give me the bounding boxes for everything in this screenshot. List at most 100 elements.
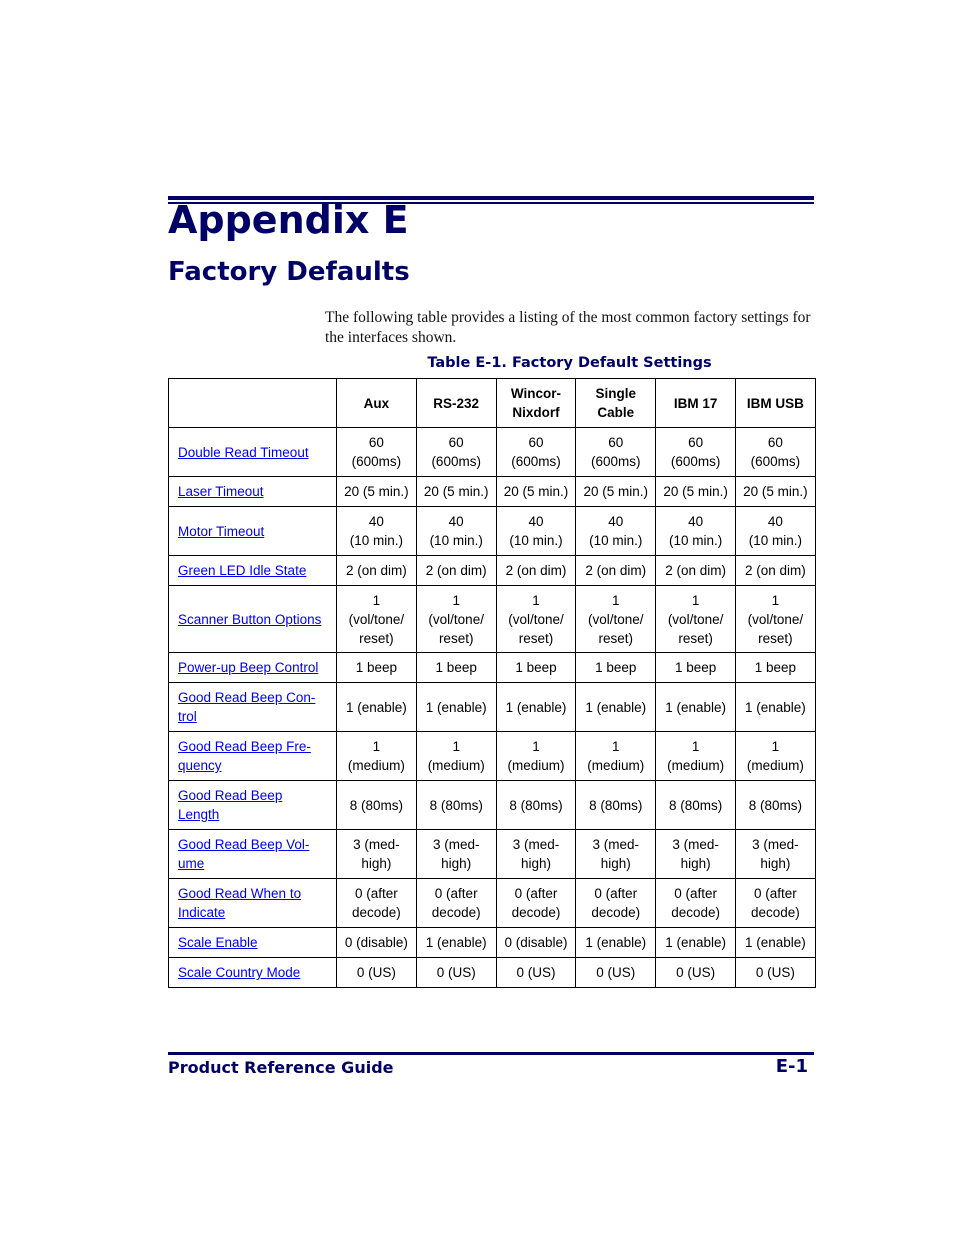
value-cell-aux: 3 (med-high) — [336, 829, 417, 879]
value-cell-rs232: 1 (vol/tone/reset) — [415, 585, 497, 653]
table-row-green-led-idle-state: Green LED Idle State 2 (on dim) 2 (on dim)… — [168, 555, 816, 586]
value-cell-wincor-nixdorf: 20 (5 min.) — [495, 476, 577, 507]
value-cell-ibm-usb: 2 (on dim) — [734, 555, 816, 586]
value-cell-wincor-nixdorf: 60 (600ms) — [495, 427, 577, 477]
setting-link-good-read-beep-length[interactable]: Good Read Beep Length — [178, 788, 282, 822]
value-cell-rs232: 0 (US) — [415, 957, 497, 988]
factory-defaults-table: Aux RS-232 Wincor- Nixdorf Single Cable IB… — [168, 378, 816, 988]
value-cell-aux: 8 (80ms) — [336, 780, 417, 830]
value-cell-ibm-usb: 40 (10 min.) — [734, 506, 816, 556]
value-cell-wincor-nixdorf: 1 (enable) — [495, 682, 577, 732]
value-cell-wincor-nixdorf: 1 (vol/tone/reset) — [495, 585, 577, 653]
value-cell-wincor-nixdorf: 0 (after decode) — [495, 878, 577, 928]
setting-link-motor-timeout[interactable]: Motor Timeout — [178, 524, 264, 539]
value-cell-aux: 20 (5 min.) — [336, 476, 417, 507]
value-cell-aux: 1 (medium) — [336, 731, 417, 781]
value-cell-ibm17: 3 (med-high) — [655, 829, 736, 879]
row-label-cell: Double Read Timeout — [168, 427, 337, 477]
value-cell-single-cable: 0 (US) — [575, 957, 657, 988]
table-row-good-read-when-to-indicate: Good Read When to Indicate 0 (after decode… — [168, 878, 816, 928]
value-cell-aux: 1 (enable) — [336, 682, 417, 732]
value-cell-ibm-usb: 1 (vol/tone/reset) — [734, 585, 816, 653]
value-cell-wincor-nixdorf: 0 (US) — [495, 957, 577, 988]
table-row-scale-country-mode: Scale Country Mode 0 (US) 0 (US) 0 (US) 0 (U… — [168, 957, 816, 988]
setting-link-good-read-beep-frequency[interactable]: Good Read Beep Fre-quency — [178, 739, 311, 773]
row-label-cell: Motor Timeout — [168, 506, 337, 556]
table-row-good-read-beep-control: Good Read Beep Con-trol 1 (enable) 1 (enab… — [168, 682, 816, 732]
table-caption: Table E-1. Factory Default Settings — [427, 355, 712, 371]
value-cell-ibm17: 1 (enable) — [655, 927, 736, 958]
column-header-rs232: RS-232 — [415, 378, 497, 428]
value-cell-wincor-nixdorf: 1 beep — [495, 652, 577, 683]
setting-link-good-read-beep-volume[interactable]: Good Read Beep Vol-ume — [178, 837, 309, 871]
value-cell-ibm17: 0 (US) — [655, 957, 736, 988]
footer-rule — [168, 1052, 814, 1055]
value-cell-single-cable: 60 (600ms) — [575, 427, 657, 477]
setting-link-green-led-idle-state[interactable]: Green LED Idle State — [178, 563, 306, 578]
value-cell-ibm-usb: 0 (US) — [734, 957, 816, 988]
page-number: E-1 — [775, 1056, 808, 1077]
value-cell-aux: 2 (on dim) — [336, 555, 417, 586]
value-cell-ibm-usb: 3 (med-high) — [734, 829, 816, 879]
value-cell-rs232: 2 (on dim) — [415, 555, 497, 586]
value-cell-aux: 0 (disable) — [336, 927, 417, 958]
value-cell-aux: 40 (10 min.) — [336, 506, 417, 556]
value-cell-rs232: 3 (med-high) — [415, 829, 497, 879]
value-cell-rs232: 20 (5 min.) — [415, 476, 497, 507]
section-title: Factory Defaults — [168, 257, 410, 287]
value-cell-single-cable: 3 (med-high) — [575, 829, 657, 879]
setting-link-scanner-button-options[interactable]: Scanner Button Options — [178, 612, 321, 627]
row-label-cell: Scale Enable — [168, 927, 337, 958]
column-header-wincor-nixdorf: Wincor- Nixdorf — [495, 378, 577, 428]
setting-link-power-up-beep-control[interactable]: Power-up Beep Control — [178, 660, 318, 675]
value-cell-ibm17: 60 (600ms) — [655, 427, 736, 477]
value-cell-single-cable: 1 (medium) — [575, 731, 657, 781]
value-cell-wincor-nixdorf: 2 (on dim) — [495, 555, 577, 586]
value-cell-single-cable: 1 (vol/tone/reset) — [575, 585, 657, 653]
value-cell-rs232: 1 (enable) — [415, 682, 497, 732]
value-cell-wincor-nixdorf: 8 (80ms) — [495, 780, 577, 830]
value-cell-single-cable: 1 (enable) — [575, 927, 657, 958]
value-cell-single-cable: 40 (10 min.) — [575, 506, 657, 556]
setting-link-good-read-beep-control[interactable]: Good Read Beep Con-trol — [178, 690, 315, 724]
column-header-setting — [168, 378, 337, 428]
value-cell-ibm-usb: 1 (medium) — [734, 731, 816, 781]
row-label-cell: Good Read Beep Fre-quency — [168, 731, 337, 781]
value-cell-single-cable: 1 beep — [575, 652, 657, 683]
table-row-good-read-beep-length: Good Read Beep Length 8 (80ms) 8 (80ms) 8 (… — [168, 780, 816, 830]
setting-link-scale-country-mode[interactable]: Scale Country Mode — [178, 965, 300, 980]
value-cell-ibm-usb: 1 (enable) — [734, 927, 816, 958]
value-cell-single-cable: 8 (80ms) — [575, 780, 657, 830]
table-body: Double Read Timeout 60 (600ms) 60 (600ms) 60(… — [168, 427, 816, 988]
value-cell-wincor-nixdorf: 0 (disable) — [495, 927, 577, 958]
value-cell-aux: 1 (vol/tone/reset) — [336, 585, 417, 653]
setting-link-good-read-when-to-indicate[interactable]: Good Read When to Indicate — [178, 886, 301, 920]
row-label-cell: Green LED Idle State — [168, 555, 337, 586]
column-header-aux: Aux — [336, 378, 417, 428]
table-row-power-up-beep-control: Power-up Beep Control 1 beep 1 beep 1 beep 1… — [168, 652, 816, 683]
value-cell-ibm17: 1 (enable) — [655, 682, 736, 732]
setting-link-double-read-timeout[interactable]: Double Read Timeout — [178, 445, 309, 460]
setting-link-laser-timeout[interactable]: Laser Timeout — [178, 484, 264, 499]
setting-link-scale-enable[interactable]: Scale Enable — [178, 935, 258, 950]
row-label-cell: Good Read When to Indicate — [168, 878, 337, 928]
value-cell-ibm-usb: 1 (enable) — [734, 682, 816, 732]
row-label-cell: Good Read Beep Vol-ume — [168, 829, 337, 879]
value-cell-rs232: 1 (enable) — [415, 927, 497, 958]
row-label-cell: Good Read Beep Con-trol — [168, 682, 337, 732]
row-label-cell: Laser Timeout — [168, 476, 337, 507]
table-row-scanner-button-options: Scanner Button Options 1 (vol/tone/reset) 1… — [168, 585, 816, 653]
footer-title: Product Reference Guide — [168, 1058, 394, 1077]
value-cell-ibm17: 1 (vol/tone/reset) — [655, 585, 736, 653]
table-header-row: Aux RS-232 Wincor- Nixdorf Single Cable IB… — [168, 378, 816, 428]
row-label-cell: Power-up Beep Control — [168, 652, 337, 683]
table-row-motor-timeout: Motor Timeout 40 (10 min.) 40 (10 min.) 40 (10… — [168, 506, 816, 556]
value-cell-rs232: 40 (10 min.) — [415, 506, 497, 556]
value-cell-ibm-usb: 8 (80ms) — [734, 780, 816, 830]
value-cell-ibm17: 1 (medium) — [655, 731, 736, 781]
table-row-good-read-beep-volume: Good Read Beep Vol-ume 3 (med-high) 3 (med… — [168, 829, 816, 879]
table-row-laser-timeout: Laser Timeout 20 (5 min.) 20 (5 min.) 20 (5… — [168, 476, 816, 507]
value-cell-ibm17: 40 (10 min.) — [655, 506, 736, 556]
value-cell-single-cable: 0 (after decode) — [575, 878, 657, 928]
value-cell-aux: 60 (600ms) — [336, 427, 417, 477]
